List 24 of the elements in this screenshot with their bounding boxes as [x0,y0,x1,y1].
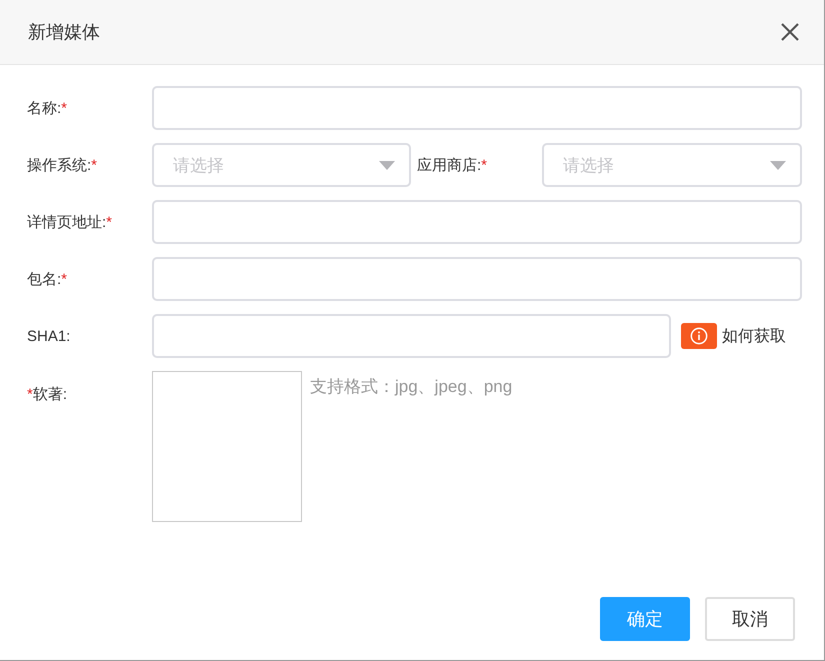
input-field[interactable] [152,257,802,301]
input-field[interactable] [152,200,802,244]
field-label: 应用商店:* [417,156,488,174]
dialog-title: 新增媒体 [28,21,100,44]
cancel-button[interactable]: 取消 [705,597,795,641]
confirm-button[interactable]: 确定 [600,597,690,641]
caret-icon [770,160,786,170]
field-label: *软著: [27,385,68,404]
help-link[interactable]: 如何获取 [722,326,786,346]
field-label: 名称:* [27,98,68,118]
close-icon[interactable] [780,22,800,42]
info-icon [690,327,708,345]
field-label: 包名:* [27,270,68,288]
input-field[interactable] [152,314,671,358]
upload-box[interactable] [152,371,302,522]
select-field[interactable]: 请选择 [152,143,411,187]
input-field[interactable] [152,86,802,130]
info-button[interactable] [681,323,717,349]
caret-icon [379,160,395,170]
field-label: SHA1: [27,328,72,344]
format-hint: 支持格式：jpg、jpeg、png [310,376,512,398]
field-label: 详情页地址:* [27,212,114,232]
field-label: 操作系统:* [27,156,98,174]
select-field[interactable]: 请选择 [542,143,802,187]
